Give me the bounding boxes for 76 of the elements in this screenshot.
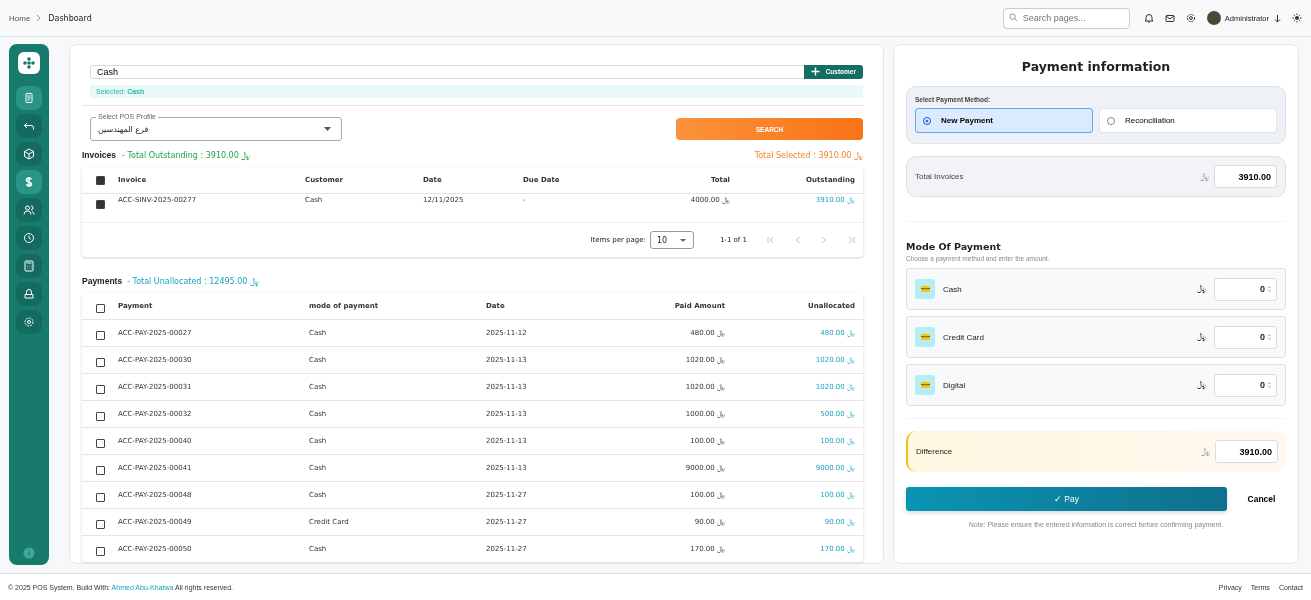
checkbox[interactable]: [95, 175, 105, 185]
checkbox[interactable]: [95, 546, 105, 556]
caret-down-icon: [324, 127, 331, 131]
checkbox[interactable]: [95, 200, 105, 209]
credit-card-icon: [915, 279, 935, 299]
settings-icon[interactable]: [1185, 13, 1196, 23]
checkbox[interactable]: [95, 465, 105, 475]
mode-title: Mode Of Payment: [906, 241, 1002, 252]
total-invoices-field[interactable]: 3910.00: [1214, 165, 1277, 188]
currency-symbol: ﷼: [1201, 446, 1210, 457]
undo-arrow-icon: [23, 120, 35, 132]
users-nav-button[interactable]: [16, 198, 42, 222]
bell-icon[interactable]: [1143, 13, 1154, 23]
calculator-nav-button[interactable]: [16, 254, 42, 278]
checkbox[interactable]: [95, 411, 105, 421]
basket-icon: [23, 288, 35, 300]
total-unallocated: - Total Unallocated : 12495.00 ﷼: [127, 277, 259, 287]
search-field[interactable]: Search pages...: [1002, 7, 1130, 29]
difference-field[interactable]: 3910.00: [1215, 440, 1278, 463]
difference-label: Difference: [916, 447, 954, 456]
checkbox[interactable]: [95, 492, 105, 502]
caret-down-icon: [679, 238, 686, 242]
currency-symbol: ﷼: [1197, 284, 1206, 294]
chevron-right-icon: [36, 14, 43, 22]
dollar-icon: [23, 176, 35, 188]
cancel-button[interactable]: Cancel: [1237, 493, 1286, 505]
plus-icon: [810, 67, 820, 77]
credit-card-icon: [915, 375, 935, 395]
customer-field[interactable]: Cash: [90, 65, 804, 79]
settings-nav-button[interactable]: [16, 310, 42, 334]
checkbox[interactable]: [95, 438, 105, 448]
sun-icon[interactable]: [1292, 13, 1302, 23]
receipt-nav-button[interactable]: [16, 86, 42, 110]
total-outstanding: - Total Outstanding : 3910.00 ﷼: [122, 151, 251, 161]
mail-icon[interactable]: [1164, 13, 1175, 23]
amount-field[interactable]: 0: [1214, 277, 1277, 301]
amount-field[interactable]: 0: [1214, 325, 1277, 349]
basket-nav-button[interactable]: [16, 282, 42, 306]
credit-card-icon: [915, 327, 935, 347]
settings-icon: [23, 316, 35, 328]
payment-method-option[interactable]: New Payment: [915, 108, 1093, 133]
payment-mode-name: Credit Card: [943, 332, 985, 342]
dollar-nav-button[interactable]: [16, 170, 42, 194]
breadcrumb-link[interactable]: Home: [9, 13, 31, 23]
currency-symbol: ﷼: [1197, 380, 1206, 390]
logo[interactable]: [18, 52, 40, 74]
payment-mode-name: Cash: [943, 284, 963, 294]
arrow-down-icon[interactable]: [1274, 13, 1281, 23]
pay-button[interactable]: ✓ Pay: [906, 487, 1227, 511]
avatar[interactable]: [1206, 11, 1221, 25]
total-invoices-label: Total Invoices: [915, 172, 965, 181]
cube-nav-button[interactable]: [16, 142, 42, 166]
breadcrumb-link[interactable]: Dashboard: [48, 13, 92, 23]
panel-title: Payment information: [1020, 58, 1172, 74]
checkbox[interactable]: [95, 357, 105, 367]
clock-nav-button[interactable]: [16, 226, 42, 250]
clock-icon: [23, 232, 35, 244]
total-selected: Total Selected : 3910.00 ﷼: [754, 151, 863, 161]
receipt-icon: [23, 92, 35, 104]
amount-field[interactable]: 0: [1214, 373, 1277, 397]
payment-mode-name: Digital: [943, 380, 967, 390]
payment-method-option[interactable]: Reconciliation: [1099, 108, 1277, 133]
users-icon: [23, 204, 35, 216]
currency-symbol: ﷼: [1200, 171, 1209, 182]
checkbox[interactable]: [95, 384, 105, 394]
calculator-icon: [23, 260, 35, 272]
checkbox[interactable]: [95, 519, 105, 529]
dots-icon: [22, 56, 36, 70]
section-title: Invoices: [82, 150, 117, 160]
cube-icon: [23, 148, 35, 160]
checkbox[interactable]: [95, 330, 105, 340]
page-size-select[interactable]: 10: [649, 231, 694, 249]
checkbox[interactable]: [95, 303, 105, 313]
section-title: Payments: [82, 276, 123, 286]
return-nav-button[interactable]: [16, 114, 42, 138]
currency-symbol: ﷼: [1197, 332, 1206, 342]
